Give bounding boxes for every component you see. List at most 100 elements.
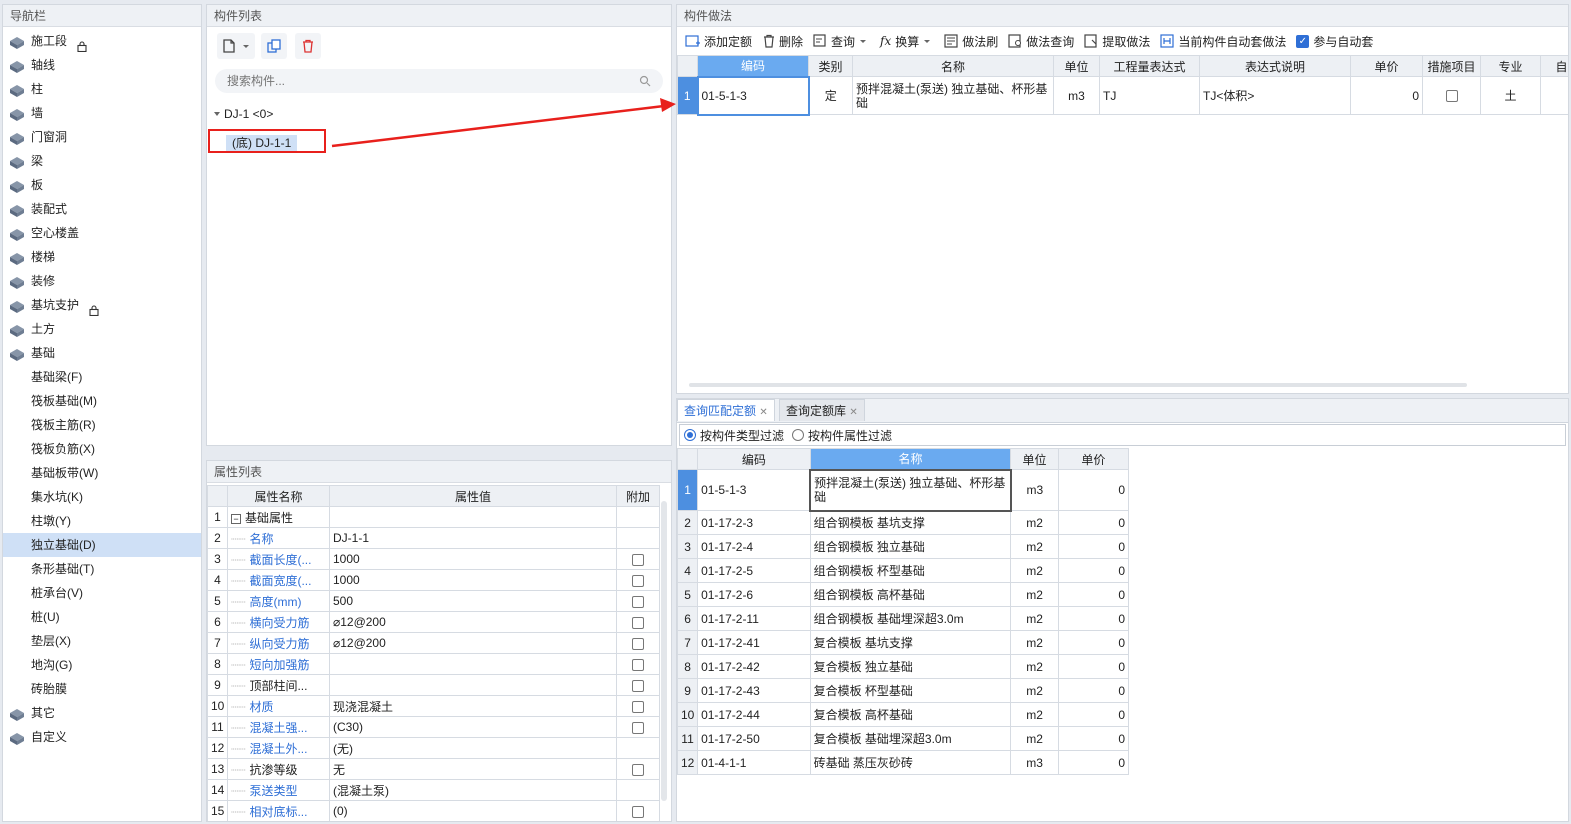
nav-item[interactable]: 轴线 bbox=[3, 53, 201, 77]
property-extra-checkbox[interactable] bbox=[632, 637, 644, 650]
radio-type-filter[interactable]: 按构件类型过滤 bbox=[684, 427, 784, 444]
method-row[interactable]: 1 01-5-1-3 定 预拌混凝土(泵送) 独立基础、杯形基础 m3 TJ T… bbox=[677, 75, 1568, 116]
nav-item[interactable]: 基础板带(W) bbox=[3, 461, 201, 485]
query-cell-code[interactable]: 01-17-2-4 bbox=[697, 534, 811, 559]
query-cell-code[interactable]: 01-17-2-3 bbox=[697, 510, 811, 535]
query-cell-price[interactable]: 0 bbox=[1057, 510, 1130, 535]
nav-item[interactable]: 空心楼盖 bbox=[3, 221, 201, 245]
property-extra-checkbox[interactable] bbox=[632, 679, 644, 692]
query-row[interactable]: 2 01-17-2-3 组合钢模板 基坑支撑 m2 0 bbox=[677, 510, 1130, 535]
method-header-code[interactable]: 编码 bbox=[697, 55, 809, 77]
new-component-button[interactable] bbox=[217, 33, 255, 59]
query-cell-price[interactable]: 0 bbox=[1057, 558, 1130, 583]
query-cell-unit[interactable]: m2 bbox=[1010, 678, 1059, 703]
query-cell-price[interactable]: 0 bbox=[1057, 678, 1130, 703]
expand-arrow-icon[interactable] bbox=[213, 110, 221, 118]
property-value[interactable] bbox=[329, 674, 617, 696]
query-cell-name[interactable]: 复合模板 基础埋深超3.0m bbox=[809, 726, 1012, 751]
method-header-major[interactable]: 专业 bbox=[1480, 55, 1541, 77]
query-row[interactable]: 9 01-17-2-43 复合模板 杯型基础 m2 0 bbox=[677, 678, 1130, 703]
query-cell-price[interactable]: 0 bbox=[1057, 726, 1130, 751]
property-row[interactable]: 13 ┈┈ 抗渗等级无 bbox=[207, 758, 660, 780]
method-cell-major[interactable]: 土 bbox=[1480, 76, 1541, 115]
nav-item[interactable]: 筏板负筋(X) bbox=[3, 437, 201, 461]
query-cell-name[interactable]: 复合模板 杯型基础 bbox=[809, 678, 1012, 703]
query-cell-name[interactable]: 组合钢模板 基础埋深超3.0m bbox=[809, 606, 1012, 631]
nav-item[interactable]: 柱 bbox=[3, 77, 201, 101]
nav-item[interactable]: 板 bbox=[3, 173, 201, 197]
property-value[interactable]: (C30) bbox=[329, 716, 617, 738]
property-row[interactable]: 11 ┈┈ 混凝土强... (C30) bbox=[207, 716, 660, 738]
query-cell-name[interactable]: 复合模板 独立基础 bbox=[809, 654, 1012, 679]
property-value[interactable]: ⌀12@200 bbox=[329, 611, 617, 633]
query-cell-code[interactable]: 01-17-2-6 bbox=[697, 582, 811, 607]
measure-checkbox[interactable] bbox=[1445, 90, 1458, 103]
query-cell-code[interactable]: 01-17-2-41 bbox=[697, 630, 811, 655]
tab-quota-library[interactable]: 查询定额库 ✕ bbox=[779, 399, 865, 421]
nav-item[interactable]: 地沟(G) bbox=[3, 653, 201, 677]
property-value[interactable]: 现浇混凝土 bbox=[329, 695, 617, 717]
property-row[interactable]: 4 ┈┈ 截面宽度(... 1000 bbox=[207, 569, 660, 591]
property-extra-checkbox[interactable] bbox=[632, 658, 644, 671]
tab-match-quota[interactable]: 查询匹配定额 ✕ bbox=[677, 399, 775, 421]
nav-item[interactable]: 筏板基础(M) bbox=[3, 389, 201, 413]
query-cell-name[interactable]: 复合模板 基坑支撑 bbox=[809, 630, 1012, 655]
query-cell-unit[interactable]: m3 bbox=[1010, 469, 1059, 511]
query-cell-price[interactable]: 0 bbox=[1057, 534, 1130, 559]
query-cell-code[interactable]: 01-17-2-44 bbox=[697, 702, 811, 727]
query-cell-code[interactable]: 01-4-1-1 bbox=[697, 750, 811, 775]
property-row[interactable]: 6 ┈┈ 横向受力筋 ⌀12@200 bbox=[207, 611, 660, 633]
method-brush-button[interactable]: 做法刷 bbox=[940, 29, 1002, 53]
nav-item[interactable]: 基坑支护 bbox=[3, 293, 201, 317]
method-cell-unit[interactable]: m3 bbox=[1053, 76, 1100, 115]
auto-set-button[interactable]: 当前构件自动套做法 bbox=[1156, 29, 1290, 53]
query-cell-code[interactable]: 01-17-2-43 bbox=[697, 678, 811, 703]
query-header-name[interactable]: 名称 bbox=[809, 448, 1012, 470]
property-value[interactable]: 500 bbox=[329, 590, 617, 612]
nav-item[interactable]: 集水坑(K) bbox=[3, 485, 201, 509]
nav-item[interactable]: 柱墩(Y) bbox=[3, 509, 201, 533]
query-cell-code[interactable]: 01-17-2-42 bbox=[697, 654, 811, 679]
search-icon[interactable] bbox=[639, 75, 651, 87]
nav-item[interactable]: 桩(U) bbox=[3, 605, 201, 629]
method-header-measure[interactable]: 措施项目 bbox=[1422, 55, 1481, 77]
delete-component-button[interactable] bbox=[295, 33, 321, 59]
property-row[interactable]: 14 ┈┈ 泵送类型 (混凝土泵) bbox=[207, 779, 660, 801]
property-value[interactable]: 无 bbox=[329, 758, 617, 780]
query-row[interactable]: 7 01-17-2-41 复合模板 基坑支撑 m2 0 bbox=[677, 630, 1130, 655]
query-cell-name[interactable]: 组合钢模板 基坑支撑 bbox=[809, 510, 1012, 535]
method-cell-name[interactable]: 预拌混凝土(泵送) 独立基础、杯形基础 bbox=[852, 76, 1054, 115]
query-cell-name[interactable]: 复合模板 高杯基础 bbox=[809, 702, 1012, 727]
property-extra-checkbox[interactable] bbox=[632, 553, 644, 566]
property-extra-checkbox[interactable] bbox=[632, 574, 644, 587]
query-cell-price[interactable]: 0 bbox=[1057, 654, 1130, 679]
property-value[interactable]: 1000 bbox=[329, 569, 617, 591]
query-cell-code[interactable]: 01-5-1-3 bbox=[697, 469, 811, 511]
query-cell-unit[interactable]: m2 bbox=[1010, 582, 1059, 607]
query-cell-price[interactable]: 0 bbox=[1057, 702, 1130, 727]
nav-item[interactable]: 筏板主筋(R) bbox=[3, 413, 201, 437]
property-value[interactable]: (无) bbox=[329, 737, 617, 759]
collapse-icon[interactable]: − bbox=[231, 513, 241, 524]
property-value[interactable]: ⌀12@200 bbox=[329, 632, 617, 654]
property-row[interactable]: 3 ┈┈ 截面长度(... 1000 bbox=[207, 548, 660, 570]
property-extra-checkbox[interactable] bbox=[632, 763, 644, 776]
tree-node-child[interactable]: (底) DJ-1-1 bbox=[208, 129, 326, 153]
query-row[interactable]: 6 01-17-2-11 组合钢模板 基础埋深超3.0m m2 0 bbox=[677, 606, 1130, 631]
query-cell-unit[interactable]: m2 bbox=[1010, 606, 1059, 631]
query-cell-name[interactable]: 砖基础 蒸压灰砂砖 bbox=[809, 750, 1012, 775]
nav-item[interactable]: 垫层(X) bbox=[3, 629, 201, 653]
method-query-button[interactable]: 做法查询 bbox=[1004, 29, 1078, 53]
method-header-price[interactable]: 单价 bbox=[1350, 55, 1423, 77]
query-row[interactable]: 11 01-17-2-50 复合模板 基础埋深超3.0m m2 0 bbox=[677, 726, 1130, 751]
method-cell-expr[interactable]: TJ bbox=[1099, 76, 1200, 115]
property-row[interactable]: 2 ┈┈ 名称 DJ-1-1 bbox=[207, 527, 660, 549]
query-cell-name[interactable]: 组合钢模板 独立基础 bbox=[809, 534, 1012, 559]
method-header-desc[interactable]: 表达式说明 bbox=[1199, 55, 1351, 77]
nav-item[interactable]: 施工段 bbox=[3, 29, 201, 53]
nav-item[interactable]: 装配式 bbox=[3, 197, 201, 221]
method-cell-desc[interactable]: TJ<体积> bbox=[1199, 76, 1351, 115]
query-row[interactable]: 12 01-4-1-1 砖基础 蒸压灰砂砖 m3 0 bbox=[677, 750, 1130, 775]
method-header-unit[interactable]: 单位 bbox=[1053, 55, 1100, 77]
property-value[interactable] bbox=[329, 653, 617, 675]
